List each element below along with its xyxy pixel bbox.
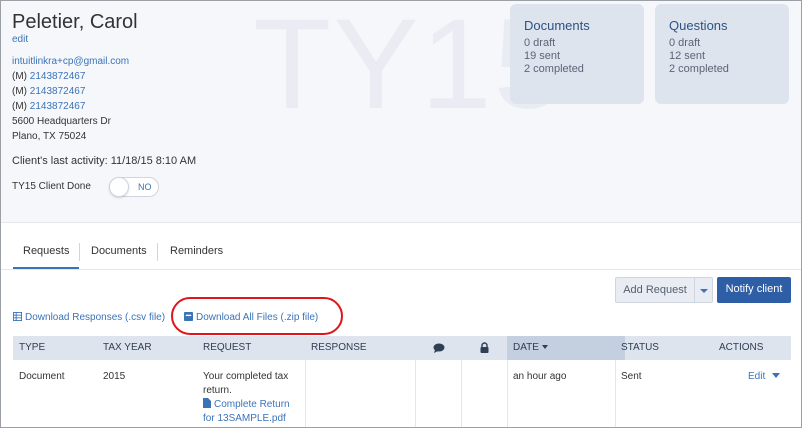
tab-documents[interactable]: Documents (91, 237, 147, 269)
column-divider (415, 360, 416, 427)
add-request-dropdown-button[interactable] (695, 277, 713, 303)
address-line-2: Plano, TX 75024 (12, 131, 87, 142)
app-frame: TY15 Peletier, Carol edit intuitlinkra+c… (0, 0, 802, 428)
documents-sent-count: 19 sent (524, 50, 561, 62)
client-header: TY15 Peletier, Carol edit intuitlinkra+c… (1, 1, 801, 223)
client-done-toggle[interactable]: NO (109, 177, 159, 197)
tab-reminders[interactable]: Reminders (170, 237, 223, 269)
column-header-request[interactable]: REQUEST (203, 342, 251, 353)
toggle-knob (109, 177, 129, 197)
chevron-down-icon (772, 373, 781, 378)
client-email[interactable]: intuitlinkra+cp@gmail.com (12, 56, 129, 67)
chevron-down-icon (700, 289, 708, 293)
row-status: Sent (621, 371, 642, 382)
file-icon (203, 398, 211, 408)
last-activity-label: Client's last activity: (12, 155, 108, 167)
questions-draft-count: 0 draft (669, 37, 701, 49)
documents-card-title: Documents (524, 18, 590, 33)
phone-prefix: (M) (12, 86, 30, 97)
sort-descending-icon (541, 345, 548, 349)
questions-summary-card: Questions 0 draft 12 sent 2 completed (655, 4, 789, 104)
last-activity: Client's last activity: 11/18/15 8:10 AM (12, 155, 196, 167)
date-header-label: DATE (513, 342, 539, 353)
questions-completed-count: 2 completed (669, 63, 729, 75)
request-text-line-1: Your completed tax (203, 371, 289, 382)
row-tax-year: 2015 (103, 371, 126, 382)
attachment-name-line-1: Complete Return (214, 399, 290, 410)
phone-1: (M) 2143872467 (12, 71, 85, 82)
client-done-label: TY15 Client Done (12, 181, 91, 192)
questions-sent-count: 12 sent (669, 50, 706, 62)
column-header-type[interactable]: TYPE (19, 342, 45, 353)
edit-action-label: Edit (748, 371, 766, 382)
comment-icon (433, 343, 445, 353)
attachment-link[interactable]: Complete Return (203, 398, 301, 412)
tabs-divider-line (1, 269, 801, 270)
column-divider (615, 360, 616, 427)
phone-3: (M) 2143872467 (12, 101, 85, 112)
add-request-button[interactable]: Add Request (615, 277, 695, 303)
phone-number[interactable]: 2143872467 (30, 71, 86, 82)
row-date: an hour ago (513, 371, 567, 382)
row-request: Your completed tax return. Complete Retu… (203, 370, 301, 426)
last-activity-value: 11/18/15 8:10 AM (107, 155, 197, 167)
documents-summary-card: Documents 0 draft 19 sent 2 completed (510, 4, 644, 104)
tab-requests[interactable]: Requests (13, 237, 79, 269)
edit-client-link[interactable]: edit (12, 34, 28, 45)
notify-client-button[interactable]: Notify client (717, 277, 791, 303)
documents-completed-count: 2 completed (524, 63, 584, 75)
client-name: Peletier, Carol (12, 11, 138, 33)
attachment-name-line-2[interactable]: for 13SAMPLE.pdf (203, 412, 301, 426)
request-text-line-2: return. (203, 385, 232, 396)
column-divider (507, 360, 508, 427)
column-divider (461, 360, 462, 427)
requests-table-header: TYPE TAX YEAR REQUEST RESPONSE DATE STAT… (13, 336, 791, 360)
highlight-annotation (171, 297, 343, 335)
documents-draft-count: 0 draft (524, 37, 556, 49)
phone-2: (M) 2143872467 (12, 86, 85, 97)
toggle-state: NO (138, 182, 152, 192)
column-header-date[interactable]: DATE (513, 342, 548, 353)
address-line-1: 5600 Headquarters Dr (12, 116, 111, 127)
phone-number[interactable]: 2143872467 (30, 86, 86, 97)
phone-prefix: (M) (12, 71, 30, 82)
tab-divider (79, 243, 80, 261)
row-edit-action[interactable]: Edit (748, 370, 781, 384)
tab-divider (157, 243, 158, 261)
column-header-tax-year[interactable]: TAX YEAR (103, 342, 152, 353)
column-divider (305, 360, 306, 427)
table-icon (13, 312, 22, 321)
row-type: Document (19, 371, 65, 382)
column-header-status[interactable]: STATUS (621, 342, 659, 353)
download-responses-label: Download Responses (.csv file) (25, 312, 166, 323)
questions-card-title: Questions (669, 18, 728, 33)
phone-number[interactable]: 2143872467 (30, 101, 86, 112)
download-responses-link[interactable]: Download Responses (.csv file) (13, 312, 165, 323)
column-header-actions: ACTIONS (719, 342, 764, 353)
phone-prefix: (M) (12, 101, 30, 112)
lock-icon (480, 342, 489, 353)
column-header-response[interactable]: RESPONSE (311, 342, 367, 353)
